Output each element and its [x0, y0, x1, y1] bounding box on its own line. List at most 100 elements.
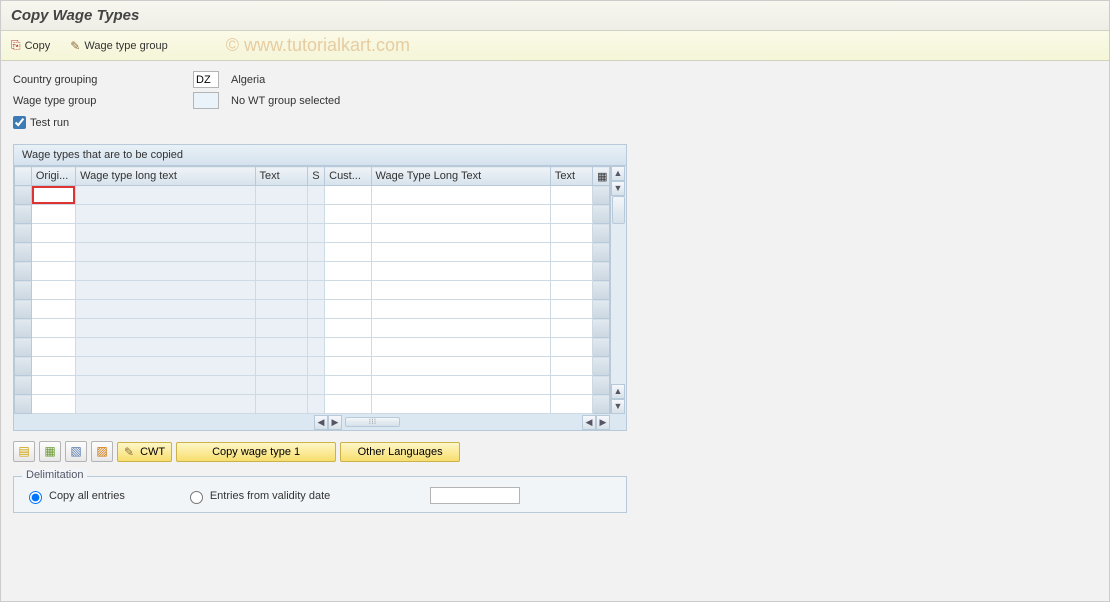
cell-text1[interactable] — [256, 205, 308, 223]
cell-text2[interactable] — [551, 205, 592, 223]
col-long2[interactable]: Wage Type Long Text — [371, 167, 550, 186]
cell-text1[interactable] — [256, 281, 308, 299]
row-selector[interactable] — [15, 338, 32, 357]
scroll-up2-icon[interactable]: ▲ — [611, 384, 625, 399]
entries-from-date-input[interactable] — [190, 491, 203, 504]
table-row[interactable] — [15, 376, 610, 395]
cell-s[interactable] — [308, 243, 324, 261]
cell-text2[interactable] — [551, 338, 592, 356]
cell-long2[interactable] — [372, 281, 550, 299]
cell-text1[interactable] — [256, 186, 308, 204]
scroll-track[interactable] — [611, 196, 626, 384]
row-selector[interactable] — [15, 395, 32, 414]
cell-s[interactable] — [308, 224, 324, 242]
cell-long1[interactable] — [76, 281, 254, 299]
cell-cust[interactable] — [325, 319, 370, 337]
cell-cust[interactable] — [325, 300, 370, 318]
cell-text2[interactable] — [551, 357, 592, 375]
cell-cust[interactable] — [325, 224, 370, 242]
cell-origi[interactable] — [32, 205, 75, 223]
cell-cust[interactable] — [325, 243, 370, 261]
cell-cust[interactable] — [325, 205, 370, 223]
cell-long1[interactable] — [76, 319, 254, 337]
scroll-down2-icon[interactable]: ▼ — [611, 399, 625, 414]
scroll-right-icon[interactable]: ▶ — [328, 415, 342, 430]
cell-long1[interactable] — [76, 205, 254, 223]
cell-text1[interactable] — [256, 376, 308, 394]
cell-origi[interactable] — [32, 186, 75, 204]
wage-type-group-button[interactable]: Wage type group — [68, 38, 169, 54]
cell-long1[interactable] — [76, 243, 254, 261]
cell-s[interactable] — [308, 376, 324, 394]
horizontal-scrollbar-left[interactable]: ◀ ▶ ⁝⁝⁝ — [314, 414, 403, 430]
cell-long1[interactable] — [76, 376, 254, 394]
cell-s[interactable] — [308, 357, 324, 375]
cell-long2[interactable] — [372, 395, 550, 413]
table-row[interactable] — [15, 338, 610, 357]
copy-wage-type-1-button[interactable]: Copy wage type 1 — [176, 442, 336, 462]
col-s[interactable]: S — [308, 167, 325, 186]
cell-text1[interactable] — [256, 357, 308, 375]
cell-s[interactable] — [308, 300, 324, 318]
cell-cust[interactable] — [325, 186, 370, 204]
cell-long2[interactable] — [372, 224, 550, 242]
cell-s[interactable] — [308, 338, 324, 356]
cell-text2[interactable] — [551, 319, 592, 337]
country-grouping-input[interactable] — [193, 71, 219, 88]
cell-text2[interactable] — [551, 243, 592, 261]
table-row[interactable] — [15, 300, 610, 319]
row-selector[interactable] — [15, 224, 32, 243]
cell-long2[interactable] — [372, 300, 550, 318]
copy-button[interactable]: Copy — [9, 37, 52, 54]
cwt-button[interactable]: CWT — [117, 442, 172, 462]
cell-s[interactable] — [308, 281, 324, 299]
cell-long1[interactable] — [76, 186, 254, 204]
cell-text1[interactable] — [256, 262, 308, 280]
row-selector[interactable] — [15, 281, 32, 300]
horizontal-scrollbar-right[interactable]: ◀ ▶ — [582, 414, 610, 430]
col-text1[interactable]: Text — [255, 167, 308, 186]
scroll-left-icon[interactable]: ◀ — [314, 415, 328, 430]
copy-all-entries-radio[interactable]: Copy all entries — [24, 488, 125, 504]
test-run-checkbox[interactable] — [13, 116, 26, 129]
row-selector[interactable] — [15, 186, 32, 205]
scroll-right2-icon[interactable]: ▶ — [596, 415, 610, 430]
cell-long1[interactable] — [76, 300, 254, 318]
cell-cust[interactable] — [325, 262, 370, 280]
deselect-all-button[interactable]: ▦ — [39, 441, 61, 462]
cell-origi[interactable] — [32, 243, 75, 261]
cell-long2[interactable] — [372, 186, 550, 204]
cell-text2[interactable] — [551, 376, 592, 394]
cell-text2[interactable] — [551, 281, 592, 299]
cell-cust[interactable] — [325, 376, 370, 394]
select-all-button[interactable]: ▤ — [13, 441, 35, 462]
cell-origi[interactable] — [32, 300, 75, 318]
table-row[interactable] — [15, 357, 610, 376]
cell-text2[interactable] — [551, 224, 592, 242]
row-selector[interactable] — [15, 262, 32, 281]
cell-origi[interactable] — [32, 395, 75, 413]
cell-origi[interactable] — [32, 319, 75, 337]
other-languages-button[interactable]: Other Languages — [340, 442, 460, 462]
table-row[interactable] — [15, 319, 610, 338]
col-text2[interactable]: Text — [550, 167, 592, 186]
scroll-down-icon[interactable]: ▼ — [611, 181, 625, 196]
cell-origi[interactable] — [32, 357, 75, 375]
cell-long2[interactable] — [372, 205, 550, 223]
row-selector[interactable] — [15, 300, 32, 319]
cell-origi[interactable] — [32, 376, 75, 394]
cell-long2[interactable] — [372, 338, 550, 356]
row-selector-header[interactable] — [15, 167, 32, 186]
cell-long2[interactable] — [372, 319, 550, 337]
cell-s[interactable] — [308, 395, 324, 413]
column-split-handle[interactable]: ⁝⁝⁝ — [345, 417, 400, 427]
cell-long1[interactable] — [76, 224, 254, 242]
cell-s[interactable] — [308, 319, 324, 337]
cell-long1[interactable] — [76, 395, 254, 413]
table-row[interactable] — [15, 243, 610, 262]
cell-long2[interactable] — [372, 262, 550, 280]
cell-text1[interactable] — [256, 300, 308, 318]
row-selector[interactable] — [15, 243, 32, 262]
cell-text2[interactable] — [551, 395, 592, 413]
row-selector[interactable] — [15, 205, 32, 224]
